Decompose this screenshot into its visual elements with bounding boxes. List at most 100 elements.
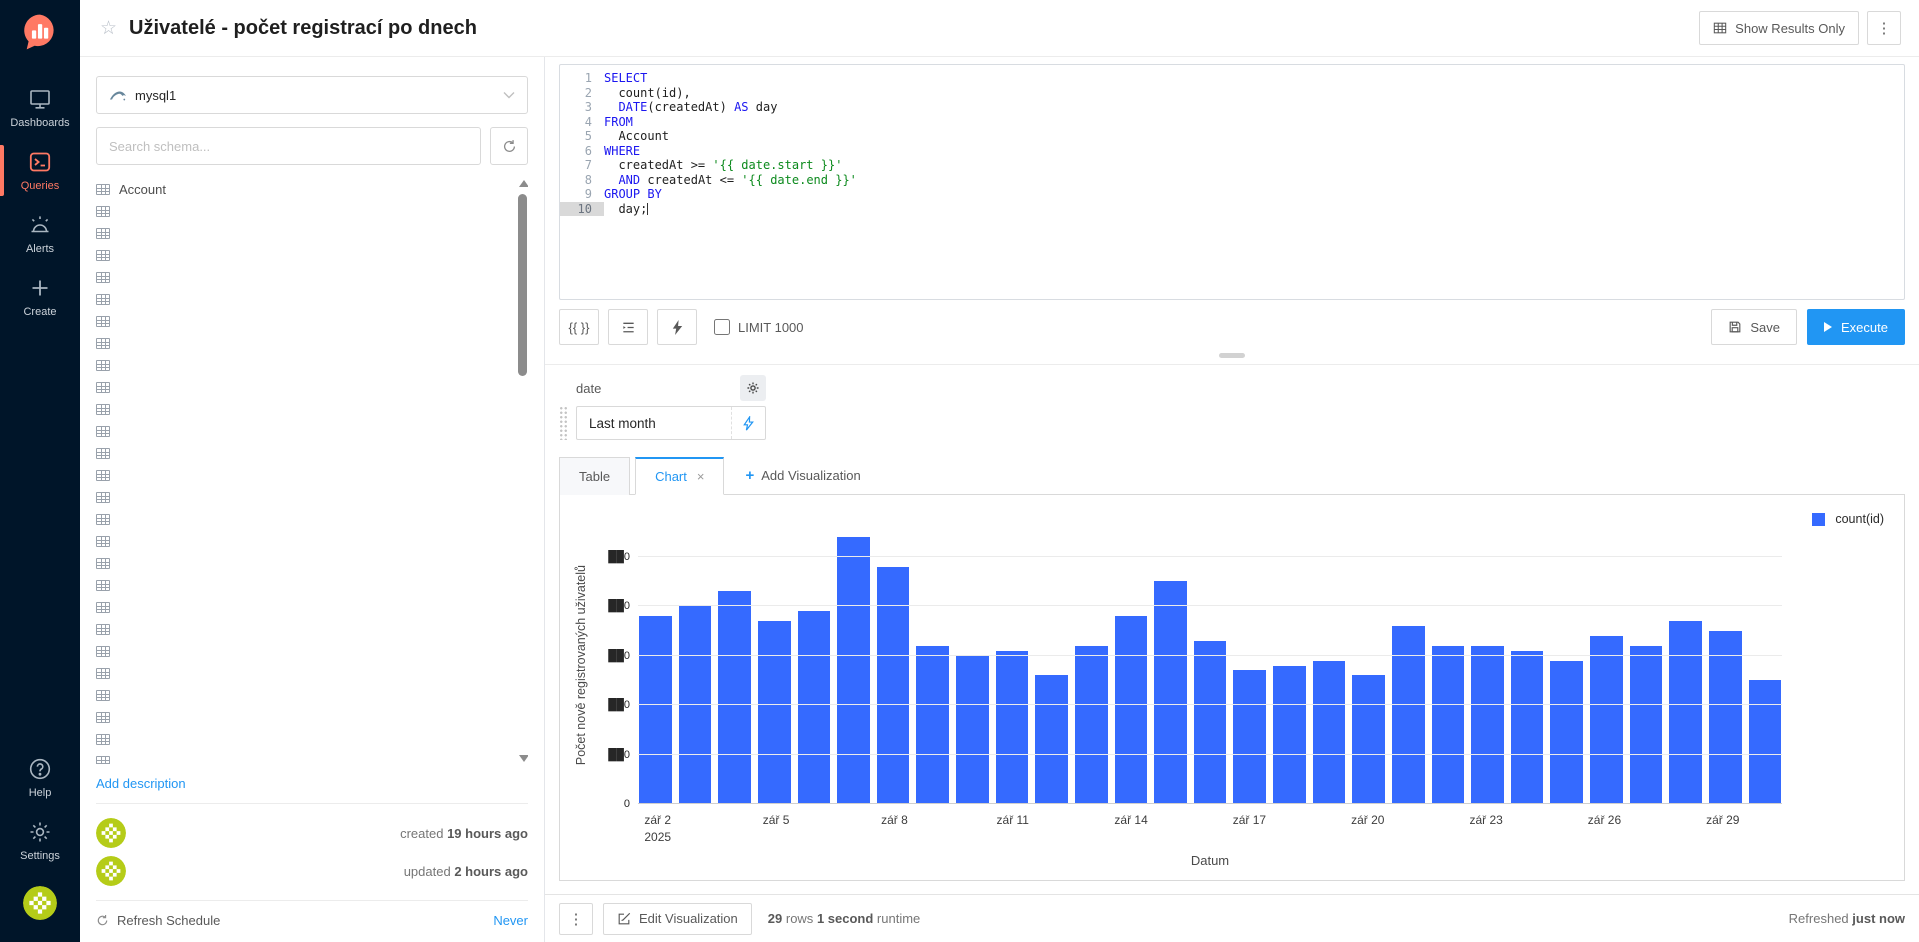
splitter-grip[interactable] — [1219, 353, 1245, 358]
parameter-drag-handle[interactable] — [559, 406, 568, 440]
code-line[interactable]: 3 DATE(createdAt) AS day — [560, 100, 1904, 115]
bar[interactable] — [639, 616, 672, 804]
favorite-star-icon[interactable]: ☆ — [100, 17, 117, 40]
bar[interactable] — [916, 646, 949, 804]
schema-table-row[interactable] — [96, 640, 510, 662]
creator-avatar[interactable] — [96, 818, 126, 848]
bar[interactable] — [956, 656, 989, 804]
close-icon[interactable]: × — [697, 469, 705, 484]
code-line[interactable]: 2 count(id), — [560, 86, 1904, 101]
redash-logo[interactable] — [21, 13, 59, 56]
bar[interactable] — [996, 651, 1029, 804]
dynamic-value-icon[interactable] — [731, 407, 765, 439]
bar[interactable] — [1352, 675, 1385, 804]
tab-table[interactable]: Table — [559, 457, 630, 495]
code-line[interactable]: 9GROUP BY — [560, 187, 1904, 202]
scrollbar-thumb[interactable] — [518, 194, 527, 376]
bar[interactable] — [1313, 661, 1346, 804]
format-query-button[interactable] — [608, 309, 648, 345]
bar[interactable] — [798, 611, 831, 804]
schema-table-row[interactable] — [96, 508, 510, 530]
code-line[interactable]: 8 AND createdAt <= '{{ date.end }}' — [560, 173, 1904, 188]
show-results-only-button[interactable]: Show Results Only — [1699, 11, 1859, 45]
code-line[interactable]: 7 createdAt >= '{{ date.start }}' — [560, 158, 1904, 173]
autocomplete-toggle-button[interactable] — [657, 309, 697, 345]
bar[interactable] — [758, 621, 791, 804]
sidebar-item-alerts[interactable]: Alerts — [0, 202, 80, 265]
schema-table-row[interactable] — [96, 288, 510, 310]
add-parameter-button[interactable]: {{ }} — [559, 309, 599, 345]
schema-table-row[interactable] — [96, 266, 510, 288]
bar[interactable] — [1115, 616, 1148, 804]
schema-table-row[interactable] — [96, 376, 510, 398]
tab-chart[interactable]: Chart × — [635, 457, 724, 495]
refresh-schedule-value[interactable]: Never — [493, 913, 528, 928]
schema-table-row[interactable] — [96, 662, 510, 684]
updater-avatar[interactable] — [96, 856, 126, 886]
code-line[interactable]: 5 Account — [560, 129, 1904, 144]
header-more-menu-button[interactable]: ⋮ — [1867, 11, 1901, 45]
bar[interactable] — [1432, 646, 1465, 804]
bar[interactable] — [1075, 646, 1108, 804]
bar[interactable] — [1194, 641, 1227, 804]
schema-table-row[interactable] — [96, 750, 510, 764]
schema-table-row[interactable] — [96, 574, 510, 596]
schema-table-row[interactable] — [96, 222, 510, 244]
schema-refresh-button[interactable] — [490, 127, 528, 165]
schema-table-row[interactable] — [96, 420, 510, 442]
schema-table-row[interactable] — [96, 728, 510, 750]
bar[interactable] — [1154, 581, 1187, 804]
schema-table-row[interactable]: Account — [96, 178, 510, 200]
schema-table-row[interactable] — [96, 618, 510, 640]
schema-table-row[interactable] — [96, 442, 510, 464]
scroll-down-arrow[interactable] — [519, 755, 528, 762]
schema-table-row[interactable] — [96, 530, 510, 552]
sidebar-item-dashboards[interactable]: Dashboards — [0, 76, 80, 139]
schema-table-row[interactable] — [96, 200, 510, 222]
bar[interactable] — [1709, 631, 1742, 804]
schema-table-row[interactable] — [96, 310, 510, 332]
save-button[interactable]: Save — [1711, 309, 1797, 345]
execute-button[interactable]: Execute — [1807, 309, 1905, 345]
schema-search-input[interactable] — [96, 127, 481, 165]
scroll-up-arrow[interactable] — [519, 180, 528, 187]
parameter-settings-button[interactable] — [740, 375, 766, 401]
schema-table-row[interactable] — [96, 464, 510, 486]
bar[interactable] — [1590, 636, 1623, 804]
code-line[interactable]: 4FROM — [560, 115, 1904, 130]
schema-table-row[interactable] — [96, 552, 510, 574]
bar[interactable] — [1550, 661, 1583, 804]
schema-table-row[interactable] — [96, 706, 510, 728]
bar[interactable] — [718, 591, 751, 804]
bar[interactable] — [877, 567, 910, 804]
schema-table-row[interactable] — [96, 684, 510, 706]
sidebar-item-create[interactable]: Create — [0, 265, 80, 328]
bar[interactable] — [679, 606, 712, 804]
bar[interactable] — [1669, 621, 1702, 804]
sidebar-item-queries[interactable]: Queries — [0, 139, 80, 202]
code-line[interactable]: 1SELECT — [560, 71, 1904, 86]
sidebar-item-help[interactable]: Help — [0, 746, 80, 809]
chart-legend[interactable]: count(id) — [1812, 512, 1884, 526]
add-visualization-button[interactable]: + Add Visualization — [729, 456, 876, 494]
bar[interactable] — [1471, 646, 1504, 804]
bar[interactable] — [1749, 680, 1782, 804]
schema-table-row[interactable] — [96, 486, 510, 508]
add-description-link[interactable]: Add description — [96, 776, 186, 791]
bar[interactable] — [1273, 666, 1306, 805]
bar[interactable] — [1392, 626, 1425, 804]
code-line[interactable]: 10 day; — [560, 202, 1904, 217]
schema-table-row[interactable] — [96, 332, 510, 354]
schema-table-row[interactable] — [96, 596, 510, 618]
sidebar-item-settings[interactable]: Settings — [0, 809, 80, 872]
code-line[interactable]: 6WHERE — [560, 144, 1904, 159]
date-parameter-input[interactable]: Last month — [576, 406, 766, 440]
bar[interactable] — [1233, 670, 1266, 804]
limit-checkbox[interactable] — [714, 319, 730, 335]
datasource-select[interactable]: mysql1 — [96, 76, 528, 114]
edit-visualization-button[interactable]: Edit Visualization — [603, 903, 752, 935]
bar[interactable] — [1035, 675, 1068, 804]
visualization-menu-button[interactable]: ⋮ — [559, 903, 593, 935]
schema-table-row[interactable] — [96, 354, 510, 376]
bar[interactable] — [1630, 646, 1663, 804]
